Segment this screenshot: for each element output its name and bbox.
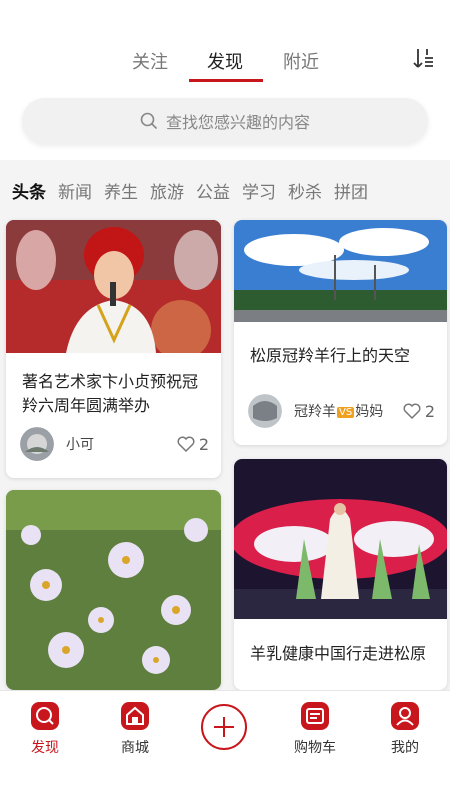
- shop-icon: [121, 702, 149, 730]
- category-travel[interactable]: 旅游: [150, 178, 184, 203]
- category-headlines[interactable]: 头条: [12, 178, 46, 203]
- category-charity[interactable]: 公益: [196, 178, 230, 203]
- card-image-sky: [234, 220, 447, 322]
- plus-icon: [214, 717, 234, 737]
- author-name-suffix: 妈妈: [355, 404, 384, 420]
- search-placeholder: 查找您感兴趣的内容: [165, 113, 310, 132]
- nav-label: 我的: [391, 740, 419, 756]
- category-news[interactable]: 新闻: [58, 178, 92, 203]
- card-image-flowers: [6, 490, 221, 690]
- category-flash-sale[interactable]: 秒杀: [288, 178, 322, 203]
- author-name[interactable]: 小可: [66, 434, 94, 454]
- discover-icon: [31, 702, 59, 730]
- feed-card[interactable]: [6, 490, 221, 690]
- card-title: 羊乳健康中国行走进松原: [250, 644, 427, 663]
- search-icon: [140, 112, 158, 130]
- heart-icon: [403, 403, 421, 420]
- search-input[interactable]: 查找您感兴趣的内容: [22, 98, 428, 144]
- category-bar: 头条 新闻 养生 旅游 公益 学习 秒杀 拼团: [0, 168, 450, 212]
- like-button[interactable]: 2: [177, 435, 209, 454]
- nav-profile[interactable]: 我的: [370, 701, 440, 757]
- card-title: 松原冠羚羊行上的天空: [250, 346, 411, 365]
- cart-icon: [301, 702, 329, 730]
- card-image-stage: [234, 459, 447, 619]
- avatar[interactable]: [20, 427, 54, 461]
- nav-label: 发现: [31, 740, 59, 756]
- tab-follow[interactable]: 关注: [132, 48, 168, 74]
- nav-shop[interactable]: 商城: [100, 701, 170, 757]
- feed-card[interactable]: 著名艺术家卞小贞预祝冠羚六周年圆满举办 小可 2: [6, 220, 221, 478]
- top-tabs: 关注 发现 附近: [0, 48, 450, 88]
- vs-badge: VS: [337, 406, 355, 418]
- profile-icon: [391, 702, 419, 730]
- category-health[interactable]: 养生: [104, 178, 138, 203]
- category-group-buy[interactable]: 拼团: [334, 178, 368, 203]
- feed-card[interactable]: 羊乳健康中国行走进松原: [234, 459, 447, 690]
- like-count: 2: [198, 434, 209, 454]
- heart-icon: [177, 436, 195, 453]
- sort-icon[interactable]: [410, 46, 436, 72]
- author-name[interactable]: 冠羚羊 VS 妈妈: [294, 401, 383, 421]
- author-name-prefix: 冠羚羊: [294, 404, 336, 420]
- like-count: 2: [424, 401, 435, 421]
- avatar[interactable]: [248, 394, 282, 428]
- bottom-nav: 发现 商城 购物车 我的: [0, 690, 450, 801]
- nav-discover[interactable]: 发现: [10, 701, 80, 757]
- tab-nearby[interactable]: 附近: [283, 48, 319, 74]
- feed-card[interactable]: 松原冠羚羊行上的天空 冠羚羊 VS 妈妈 2: [234, 220, 447, 445]
- card-image-singer: [6, 220, 221, 353]
- category-study[interactable]: 学习: [242, 178, 276, 203]
- plus-button[interactable]: [201, 704, 247, 750]
- card-meta: 冠羚羊 VS 妈妈 2: [248, 391, 435, 431]
- card-title: 著名艺术家卞小贞预祝冠羚六周年圆满举办: [22, 372, 199, 415]
- tab-discover[interactable]: 发现: [207, 48, 243, 74]
- top-bar: 关注 发现 附近 查找您感兴趣的内容: [0, 0, 450, 160]
- like-button[interactable]: 2: [403, 402, 435, 421]
- nav-label: 商城: [121, 740, 149, 756]
- nav-cart[interactable]: 购物车: [280, 701, 350, 757]
- active-tab-underline: [189, 79, 263, 82]
- card-meta: 小可 2: [20, 424, 209, 464]
- nav-label: 购物车: [294, 740, 336, 756]
